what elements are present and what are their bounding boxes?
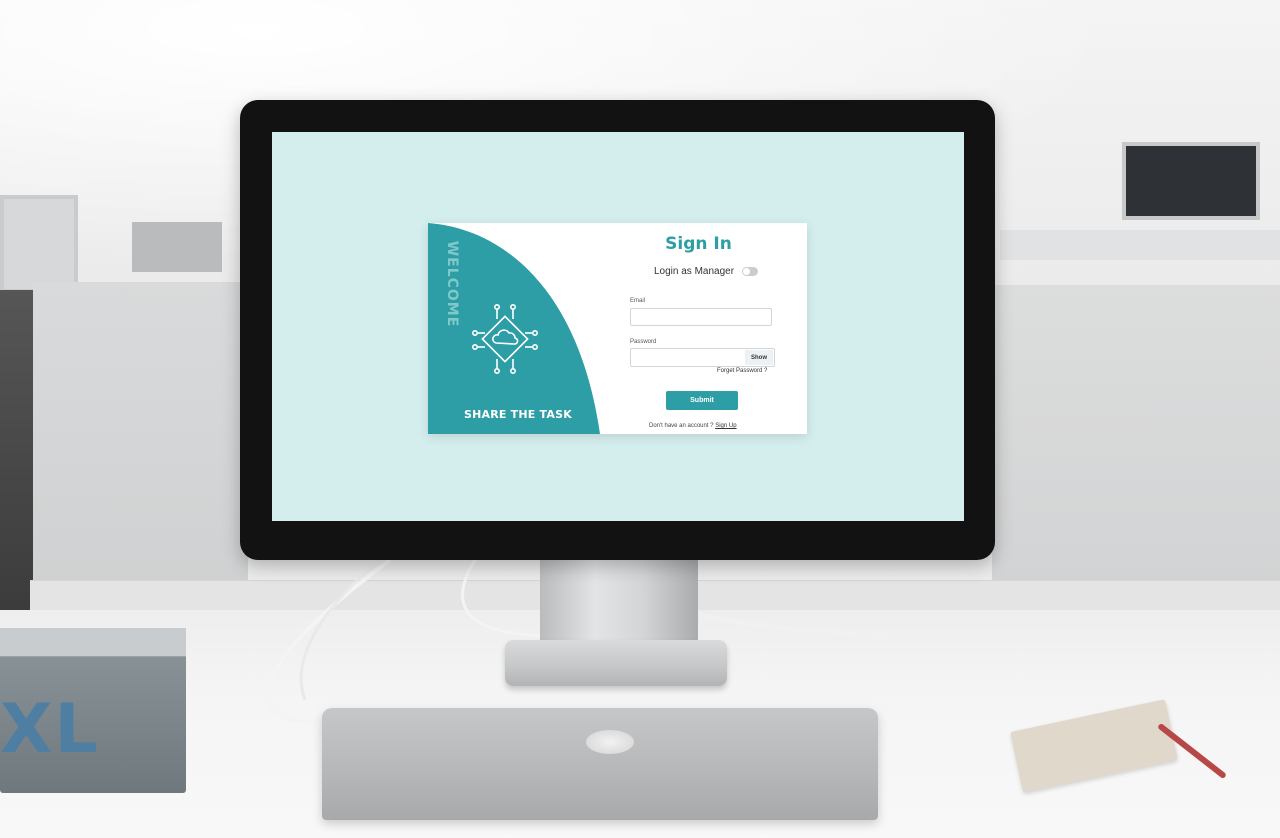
manager-toggle[interactable] xyxy=(742,267,759,276)
manager-toggle-row: Login as Manager xyxy=(654,266,759,277)
toggle-knob xyxy=(743,268,751,275)
book-pages xyxy=(0,628,186,657)
email-label: Email xyxy=(630,298,646,304)
monitor-stand xyxy=(540,558,698,653)
welcome-panel: WELCOME SHARE THE TASK xyxy=(428,223,600,434)
sign-in-card: WELCOME SHARE THE TASK Sign In Login as … xyxy=(428,223,807,434)
no-account-text: Don't have an account ? xyxy=(649,423,714,429)
desk-partition-left xyxy=(33,282,248,587)
background-chair xyxy=(0,290,33,620)
sign-in-form: Sign In Login as Manager Email Password … xyxy=(600,223,807,434)
submit-button[interactable]: Submit xyxy=(666,391,738,410)
password-label: Password xyxy=(630,339,657,345)
cloud-circuit-icon xyxy=(472,303,538,375)
manager-toggle-label: Login as Manager xyxy=(654,266,735,277)
welcome-text: WELCOME xyxy=(444,240,460,328)
laptop xyxy=(322,708,878,820)
background-monitor-right xyxy=(1122,142,1260,220)
background-box xyxy=(132,222,222,272)
laptop-logo xyxy=(586,730,634,754)
background-monitor-left xyxy=(0,195,78,293)
book-label: XL xyxy=(0,690,100,769)
show-password-button[interactable]: Show xyxy=(745,350,773,365)
password-field-wrapper: Show xyxy=(630,348,775,367)
page-title: Sign In xyxy=(665,234,732,254)
welcome-heading: WELCOME xyxy=(444,229,461,339)
monitor-screen: WELCOME SHARE THE TASK Sign In Login as … xyxy=(272,132,964,521)
signup-prompt: Don't have an account ? Sign Up xyxy=(649,423,737,429)
tagline: SHARE THE TASK xyxy=(464,408,572,421)
sign-up-link[interactable]: Sign Up xyxy=(715,423,736,429)
monitor-stand-base xyxy=(505,640,727,686)
desk-partition-right xyxy=(992,285,1280,590)
email-field[interactable] xyxy=(630,308,772,326)
password-field[interactable] xyxy=(631,349,749,366)
forgot-password-link[interactable]: Forget Password ? xyxy=(717,368,767,374)
background-shelf xyxy=(1000,230,1280,260)
